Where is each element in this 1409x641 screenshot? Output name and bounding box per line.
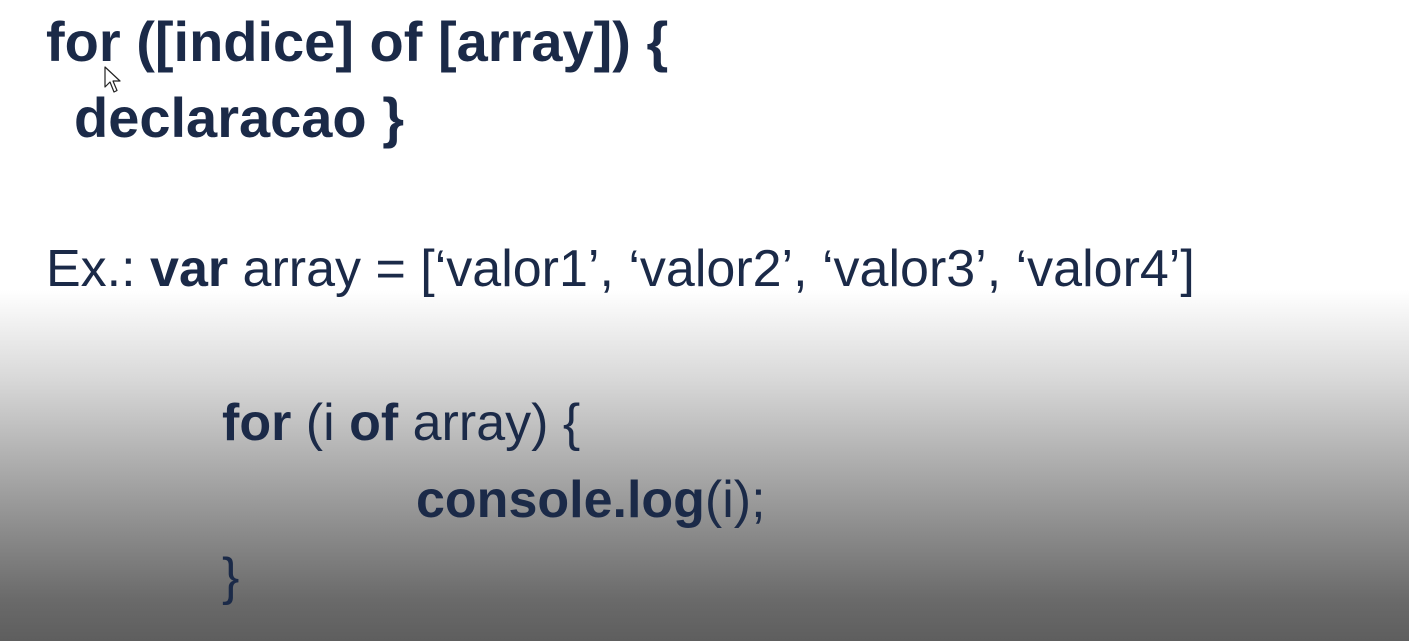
code-line-for: for (i of array) { (222, 397, 580, 449)
code-line-closing-brace: } (222, 548, 240, 606)
console-log-call: console.log (416, 471, 705, 529)
loop-variable: (i (291, 394, 350, 452)
syntax-line-1: for ([indice] of [array]) { (46, 10, 669, 73)
for-keyword: for (222, 394, 292, 452)
syntax-line-2: declaracao } (74, 86, 404, 149)
var-keyword: var (150, 240, 229, 298)
array-declaration: array = [‘valor1’, ‘valor2’, ‘valor3’, ‘… (228, 240, 1195, 298)
loop-iterable: array) { (398, 394, 581, 452)
mouse-pointer-icon (104, 66, 121, 93)
example-prefix: Ex.: (46, 240, 151, 298)
of-keyword: of (349, 394, 399, 452)
code-line-console-log: console.log(i); (416, 474, 766, 526)
console-log-args: (i); (704, 471, 766, 529)
example-line: Ex.: var array = [‘valor1’, ‘valor2’, ‘v… (46, 243, 1195, 295)
